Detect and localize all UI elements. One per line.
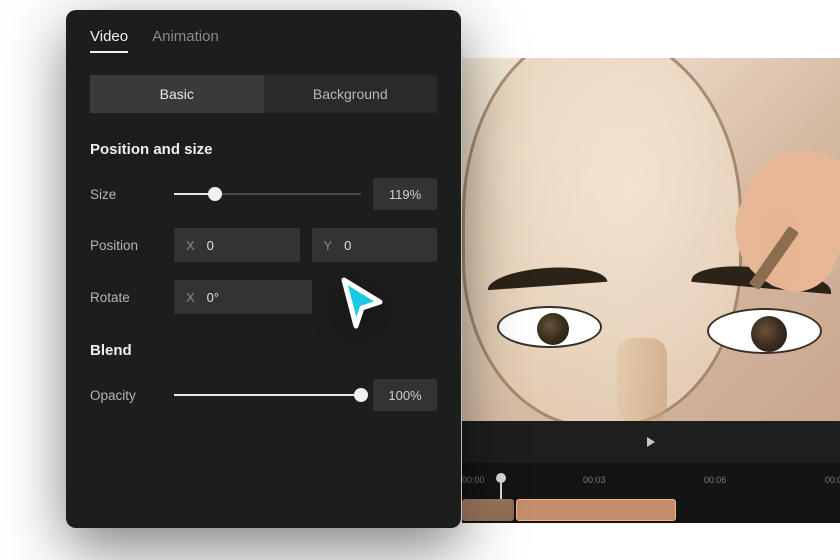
playback-control-bar [462, 421, 840, 463]
rotate-label: Rotate [90, 290, 174, 305]
axis-label-y: Y [324, 238, 333, 253]
timeline-clip[interactable] [516, 499, 676, 521]
timeline-tick: 00:06 [704, 475, 727, 485]
size-label: Size [90, 187, 174, 202]
timeline-tick: 00:03 [583, 475, 606, 485]
timeline-clip[interactable] [462, 499, 514, 521]
preview-content-image [462, 58, 840, 421]
tab-video[interactable]: Video [90, 28, 128, 53]
opacity-value-box[interactable]: 100% [373, 379, 437, 411]
segmented-control: Basic Background [90, 75, 437, 113]
segment-basic[interactable]: Basic [90, 75, 264, 113]
opacity-label: Opacity [90, 388, 174, 403]
position-y-input[interactable]: Y 0 [312, 228, 438, 262]
control-row-size: Size 119% [90, 178, 437, 210]
timeline-tick: 00:00 [462, 475, 485, 485]
timeline-ruler[interactable]: 00:00 00:03 00:06 00:09 [462, 475, 840, 493]
slider-thumb[interactable] [208, 187, 222, 201]
slider-thumb[interactable] [354, 388, 368, 402]
opacity-slider[interactable] [174, 394, 361, 396]
position-y-value: 0 [344, 238, 351, 253]
control-row-rotate: Rotate X 0° [90, 280, 437, 314]
timeline-tick: 00:09 [825, 475, 840, 485]
rotate-x-input[interactable]: X 0° [174, 280, 312, 314]
size-slider[interactable] [174, 193, 361, 195]
play-icon[interactable] [647, 437, 655, 447]
properties-panel: Video Animation Basic Background Positio… [66, 10, 461, 528]
video-preview-canvas[interactable] [462, 58, 840, 421]
control-row-position: Position X 0 Y 0 [90, 228, 437, 262]
axis-label-x: X [186, 238, 195, 253]
size-value-box[interactable]: 119% [373, 178, 437, 210]
position-x-value: 0 [207, 238, 214, 253]
axis-label-x: X [186, 290, 195, 305]
position-label: Position [90, 238, 174, 253]
section-title-blend: Blend [90, 342, 437, 359]
control-row-opacity: Opacity 100% [90, 379, 437, 411]
rotate-x-value: 0° [207, 290, 219, 305]
section-title-position-size: Position and size [90, 141, 437, 158]
position-x-input[interactable]: X 0 [174, 228, 300, 262]
tab-animation[interactable]: Animation [152, 28, 219, 53]
segment-background[interactable]: Background [264, 75, 438, 113]
timeline[interactable]: 00:00 00:03 00:06 00:09 [462, 463, 840, 523]
